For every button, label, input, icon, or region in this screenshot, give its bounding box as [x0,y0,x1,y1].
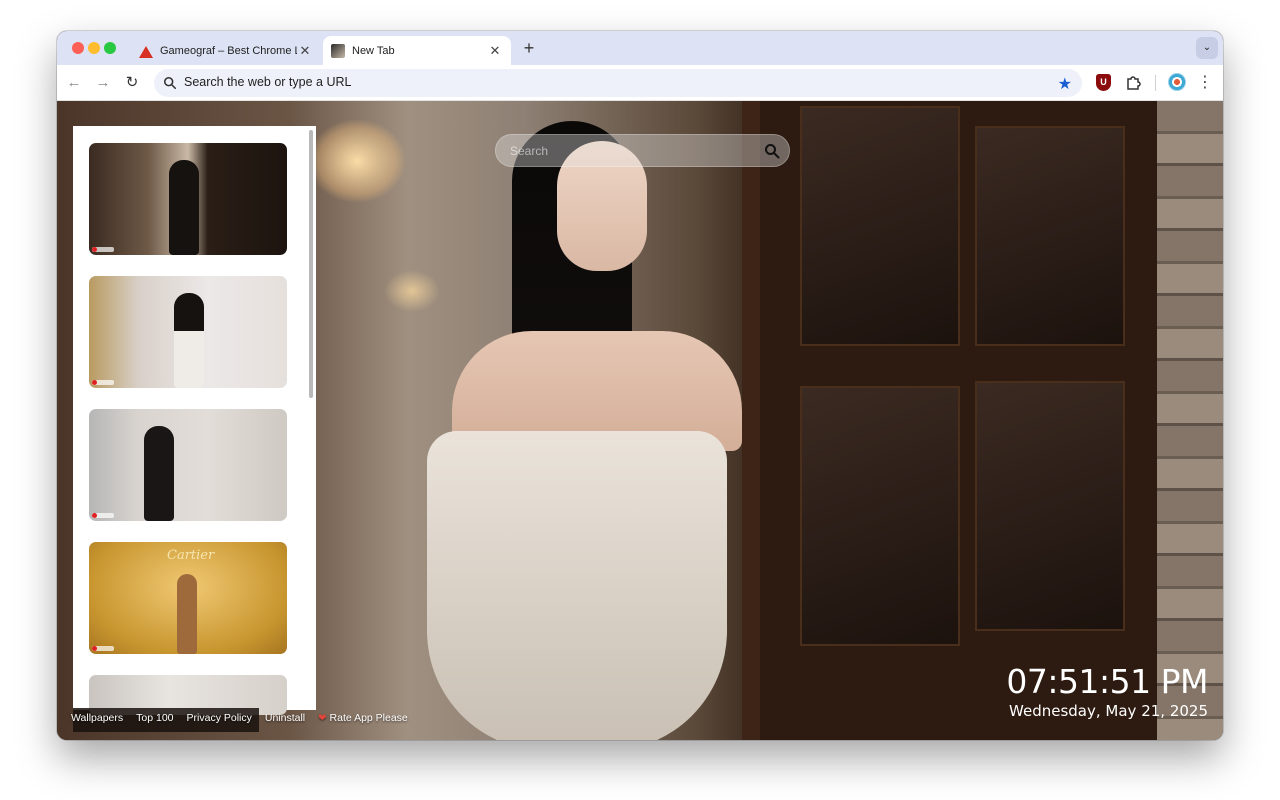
address-bar[interactable]: Search the web or type a URL ★ [154,69,1082,97]
profile-avatar-icon[interactable] [1168,73,1186,91]
wallpaper-sidebar: Cartier [73,126,316,715]
footer-nav: Wallpapers Top 100 Privacy Policy Uninst… [71,712,408,724]
sidebar-scrollbar[interactable] [309,130,313,398]
browser-toolbar: ← → ↻ Search the web or type a URL ★ U ⋮ [57,65,1223,101]
background-stone-wall [1157,101,1223,740]
clock-widget: 07:51:51 PM Wednesday, May 21, 2025 [1006,663,1208,721]
cartier-logo: Cartier [167,548,215,563]
search-icon [163,76,177,90]
tab-search-button[interactable]: ⌄ [1196,37,1218,59]
bookmark-star-icon[interactable]: ★ [1058,74,1072,94]
tab-title: New Tab [352,44,395,57]
wallpaper-thumbnail[interactable] [89,409,287,521]
tab-gameograf[interactable]: Gameograf – Best Chrome Li ✕ [131,36,321,65]
back-button[interactable]: ← [63,72,85,94]
new-tab-button[interactable]: + [519,38,539,59]
footer-link-wallpapers[interactable]: Wallpapers [71,712,123,724]
tab-close-icon[interactable]: ✕ [487,43,503,59]
gameograf-favicon-icon [139,44,153,58]
extensions-puzzle-icon[interactable] [1124,72,1144,92]
footer-link-privacy-policy[interactable]: Privacy Policy [187,712,252,724]
browser-menu-icon[interactable]: ⋮ [1197,72,1213,94]
search-icon[interactable] [764,143,780,159]
wallpaper-thumbnail[interactable] [89,143,287,255]
footer-link-uninstall[interactable]: Uninstall [265,712,305,724]
browser-window: Gameograf – Best Chrome Li ✕ New Tab ✕ +… [57,31,1223,740]
minimize-window-button[interactable] [88,42,100,54]
channel-badge [92,513,114,518]
wallpaper-search-bar[interactable] [495,134,790,167]
new-tab-page: Cartier Wallpapers Top 100 Privacy Polic… [57,101,1223,740]
heart-icon: ❤ [318,713,327,724]
close-window-button[interactable] [72,42,84,54]
newtab-favicon-icon [331,43,345,58]
address-bar-input[interactable]: Search the web or type a URL [184,75,351,89]
tab-close-icon[interactable]: ✕ [297,43,313,59]
wallpaper-thumbnail[interactable]: Cartier [89,542,287,654]
toolbar-divider [1155,75,1156,91]
reload-button[interactable]: ↻ [121,72,143,94]
background-figure-dress [427,431,727,740]
maximize-window-button[interactable] [104,42,116,54]
tab-title: Gameograf – Best Chrome Li [160,44,297,57]
background-door-image [742,101,1172,740]
tab-strip: Gameograf – Best Chrome Li ✕ New Tab ✕ +… [57,31,1223,65]
channel-badge [92,646,114,651]
channel-badge [92,247,114,252]
clock-date: Wednesday, May 21, 2025 [1009,702,1208,720]
ublock-extension-icon[interactable]: U [1096,74,1111,91]
channel-badge [92,380,114,385]
footer-link-rate-app[interactable]: ❤ Rate App Please [318,712,408,724]
footer-link-top-100[interactable]: Top 100 [136,712,173,724]
clock-time: 07:51:51 PM [1006,662,1208,701]
rate-app-label: Rate App Please [329,712,408,724]
tab-new-tab[interactable]: New Tab ✕ [323,36,511,65]
forward-button[interactable]: → [92,72,114,94]
search-input[interactable] [510,144,750,158]
wallpaper-thumbnail[interactable] [89,276,287,388]
